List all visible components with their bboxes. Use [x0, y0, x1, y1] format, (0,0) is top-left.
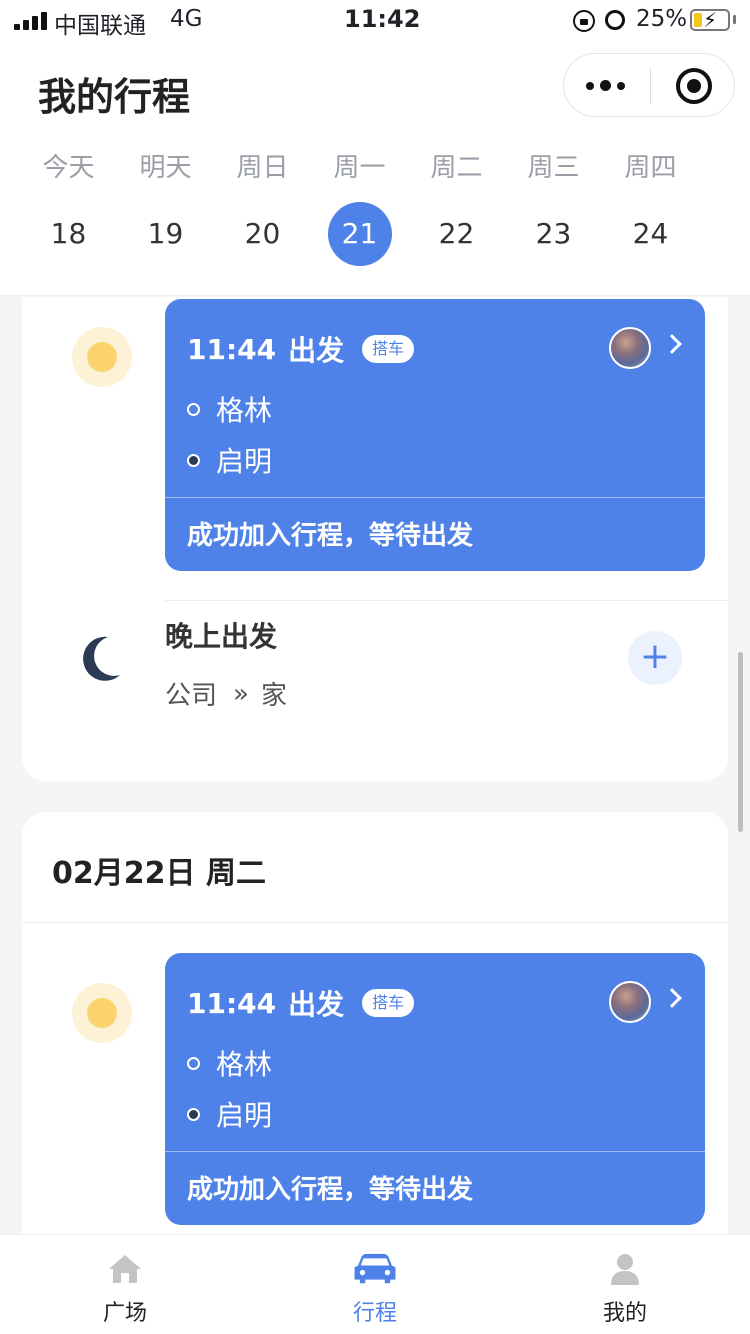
charging-icon: ⚡ — [703, 8, 718, 32]
trip-card[interactable]: 11:44 出发 搭车 格林 启明 成功加入行程，等待出发 — [165, 299, 705, 571]
trip-card[interactable]: 11:44 出发 搭车 格林 启明 成功加入行程，等待出发 — [165, 953, 705, 1225]
day-number-selected: 21 — [327, 202, 392, 266]
avatar[interactable] — [609, 327, 651, 369]
status-bar: 中国联通 4G 11:42 25% ⚡ — [0, 0, 750, 44]
trip-divider — [165, 1151, 705, 1152]
chevron-right-icon — [662, 988, 682, 1008]
home-icon — [109, 1255, 141, 1283]
row-divider — [165, 600, 728, 601]
tab-square[interactable]: 广场 — [0, 1235, 250, 1334]
trip-status: 成功加入行程，等待出发 — [187, 1175, 474, 1205]
close-target-icon[interactable] — [676, 68, 712, 104]
battery-percent: 25% — [636, 6, 688, 32]
day-item-21[interactable]: 周一 21 — [311, 148, 408, 266]
tab-trips[interactable]: 行程 — [250, 1235, 500, 1334]
day-number: 20 — [244, 217, 281, 250]
trip-time: 11:44 — [187, 986, 277, 1020]
day-item-20[interactable]: 周日 20 — [214, 148, 311, 266]
day-item-24[interactable]: 周四 24 — [602, 148, 699, 266]
day-card: 02月22日 周二 11:44 出发 搭车 格林 启明 成功加入行程，等待出发 — [22, 812, 728, 1234]
day-number: 23 — [535, 217, 572, 250]
tab-label: 行程 — [352, 1301, 397, 1326]
origin-dot-icon — [187, 1056, 200, 1070]
rotation-lock-icon — [573, 10, 595, 32]
double-chevron-icon: » — [233, 678, 249, 709]
page-title: 我的行程 — [38, 75, 191, 119]
day-number: 22 — [438, 217, 475, 250]
network-type: 4G — [170, 6, 203, 32]
scrollbar[interactable] — [738, 652, 743, 832]
moon-icon — [83, 636, 120, 681]
trip-depart-label: 出发 — [288, 334, 345, 367]
tab-label: 广场 — [102, 1301, 147, 1326]
trip-header: 11:44 出发 搭车 — [187, 329, 415, 369]
destination-name: 启明 — [216, 445, 273, 478]
origin-name: 格林 — [216, 1048, 273, 1081]
signal-icon — [14, 12, 47, 30]
trip-origin: 格林 — [187, 389, 272, 429]
day-number: 19 — [147, 217, 184, 250]
plan-title: 晚上出发 — [165, 620, 278, 653]
day-card: 11:44 出发 搭车 格林 启明 成功加入行程，等待出发 晚上出发 公司 » — [22, 297, 728, 781]
tab-mine[interactable]: 我的 — [500, 1235, 750, 1334]
date-header: 02月22日 周二 — [52, 856, 266, 891]
user-icon — [611, 1254, 639, 1285]
date-divider — [22, 922, 728, 923]
alarm-icon — [605, 10, 625, 30]
tab-label: 我的 — [602, 1301, 647, 1326]
day-label: 周二 — [430, 153, 483, 183]
battery-cap — [733, 15, 736, 24]
trip-status: 成功加入行程，等待出发 — [187, 521, 474, 551]
trip-list[interactable]: 11:44 出发 搭车 格林 启明 成功加入行程，等待出发 晚上出发 公司 » — [0, 297, 750, 1234]
origin-dot-icon — [187, 402, 200, 416]
day-label: 周三 — [527, 153, 580, 183]
header: 我的行程 今天 18 明天 19 周日 20 周一 21 周二 22 周三 23 — [0, 44, 750, 296]
day-number: 18 — [50, 217, 87, 250]
trip-divider — [165, 497, 705, 498]
day-item-23[interactable]: 周三 23 — [505, 148, 602, 266]
tab-bar: 广场 行程 我的 — [0, 1234, 750, 1334]
day-label: 明天 — [139, 153, 192, 183]
trip-depart-label: 出发 — [288, 988, 345, 1021]
trip-origin: 格林 — [187, 1043, 272, 1083]
capsule-divider — [650, 68, 651, 104]
plan-route: 公司 » 家 — [165, 675, 287, 712]
destination-name: 启明 — [216, 1099, 273, 1132]
carrier-name: 中国联通 — [54, 13, 146, 39]
trip-destination: 启明 — [187, 1094, 272, 1134]
sun-icon — [72, 327, 132, 387]
day-number: 24 — [632, 217, 669, 250]
avatar[interactable] — [609, 981, 651, 1023]
day-label: 周四 — [624, 153, 677, 183]
trip-time: 11:44 — [187, 332, 277, 366]
day-item-22[interactable]: 周二 22 — [408, 148, 505, 266]
day-label: 周日 — [236, 153, 289, 183]
more-icon[interactable] — [586, 80, 625, 91]
miniprogram-capsule — [563, 53, 735, 117]
trip-destination: 启明 — [187, 440, 272, 480]
trip-type-badge: 搭车 — [362, 989, 415, 1017]
day-label: 今天 — [42, 153, 95, 183]
trip-header: 11:44 出发 搭车 — [187, 983, 415, 1023]
origin-name: 格林 — [216, 394, 273, 427]
plan-destination: 家 — [260, 681, 287, 711]
day-item-19[interactable]: 明天 19 — [117, 148, 214, 266]
chevron-right-icon — [662, 334, 682, 354]
sun-icon — [72, 983, 132, 1043]
add-trip-button[interactable]: + — [628, 631, 682, 685]
day-label: 周一 — [333, 153, 386, 183]
clock: 11:42 — [344, 5, 421, 33]
destination-dot-icon — [187, 453, 200, 467]
day-item-18[interactable]: 今天 18 — [20, 148, 117, 266]
car-icon — [354, 1253, 396, 1284]
destination-dot-icon — [187, 1107, 200, 1121]
trip-type-badge: 搭车 — [362, 335, 415, 363]
day-selector: 今天 18 明天 19 周日 20 周一 21 周二 22 周三 23 周四 2… — [20, 148, 720, 266]
plan-origin: 公司 — [165, 681, 218, 711]
